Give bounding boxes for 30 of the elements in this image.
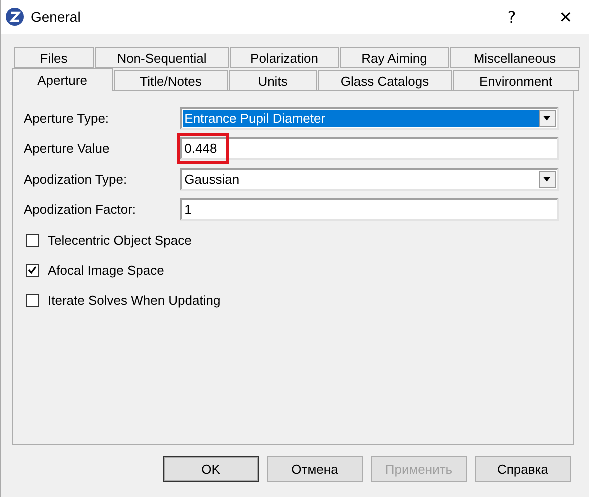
checkbox-label: Iterate Solves When Updating <box>48 292 221 308</box>
close-button[interactable]: ✕ <box>543 0 589 34</box>
checkbox-label: Afocal Image Space <box>48 262 164 278</box>
window-title: General <box>31 9 82 25</box>
field-label: Apodization Factor: <box>24 202 138 218</box>
dialog-button[interactable]: Справка <box>475 456 571 482</box>
field-label: Aperture Value <box>24 141 111 156</box>
field-label: Aperture Type: <box>24 110 110 126</box>
tab[interactable]: Aperture <box>12 68 113 91</box>
dropdown[interactable]: Entrance Pupil Diameter <box>180 106 559 130</box>
tab[interactable]: Environment <box>453 70 579 91</box>
dropdown[interactable]: Gaussian <box>180 168 559 191</box>
tab[interactable]: Polarization <box>230 47 339 68</box>
help-button[interactable]: ? <box>489 0 535 34</box>
app-logo-icon <box>5 7 25 27</box>
field-label: Apodization Type: <box>24 172 128 187</box>
tab[interactable]: Title/Notes <box>114 70 228 91</box>
tab[interactable]: Miscellaneous <box>450 47 580 68</box>
tab[interactable]: Glass Catalogs <box>318 70 452 91</box>
tab[interactable]: Files <box>14 47 94 68</box>
tab[interactable]: Units <box>229 70 317 91</box>
checkbox[interactable] <box>26 294 39 306</box>
input-field[interactable]: 1 <box>180 198 559 222</box>
checkbox[interactable] <box>26 234 39 246</box>
tab[interactable]: Ray Aiming <box>340 47 449 68</box>
dialog-button[interactable]: Отмена <box>267 456 363 482</box>
checkbox-label: Telecentric Object Space <box>48 232 192 248</box>
checkbox[interactable] <box>26 264 39 276</box>
tab[interactable]: Non-Sequential <box>95 47 229 68</box>
dialog-button[interactable]: OK <box>163 456 259 482</box>
